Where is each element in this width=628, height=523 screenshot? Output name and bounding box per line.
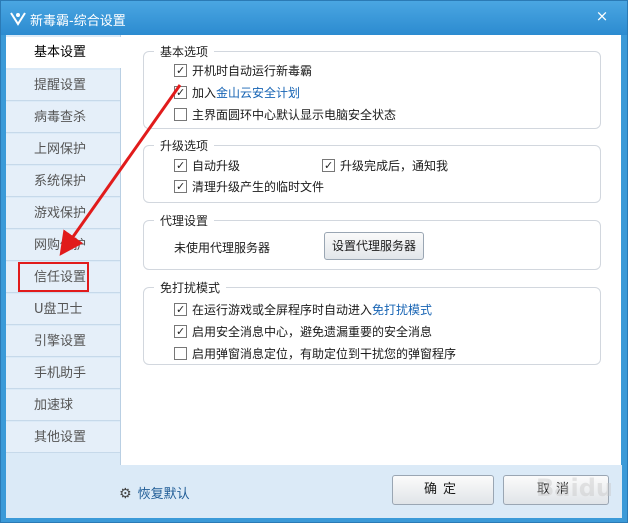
sidebar-item-speed-ball[interactable]: 加速球	[6, 390, 120, 421]
ok-button[interactable]: 确定	[392, 475, 494, 505]
settings-content: 基本选项 开机时自动运行新毒霸 加入金山云安全计划 主界面圆环中心默认显示电脑安…	[121, 35, 621, 465]
app-logo-icon	[10, 12, 26, 26]
sidebar-item-other[interactable]: 其他设置	[6, 422, 120, 453]
settings-window: 新毒霸-综合设置 × 基本设置 提醒设置 病毒查杀 上网保护 系统保护 游戏保护…	[0, 0, 628, 523]
option-clean-temp[interactable]: 清理升级产生的临时文件	[174, 178, 324, 196]
sidebar-item-system-protect[interactable]: 系统保护	[6, 166, 120, 197]
sidebar-item-basic[interactable]: 基本设置	[6, 37, 122, 68]
sidebar-item-virus-scan[interactable]: 病毒查杀	[6, 102, 120, 133]
checkbox-unchecked[interactable]	[174, 108, 187, 121]
group-title-no-disturb: 免打扰模式	[154, 279, 227, 296]
option-message-center[interactable]: 启用安全消息中心，避免遗漏重要的安全消息	[174, 323, 432, 341]
sidebar-item-web-protect[interactable]: 上网保护	[6, 134, 120, 165]
cloud-security-link[interactable]: 金山云安全计划	[216, 86, 300, 100]
option-popup-locate[interactable]: 启用弹窗消息定位，有助定位到干扰您的弹窗程序	[174, 345, 456, 363]
sidebar-item-engine[interactable]: 引擎设置	[6, 326, 120, 357]
proxy-settings-group: 代理设置 未使用代理服务器 设置代理服务器	[143, 212, 601, 270]
checkbox-checked[interactable]	[174, 178, 187, 196]
checkbox-checked[interactable]	[174, 301, 187, 319]
trust-highlight-box	[18, 262, 89, 292]
checkbox-checked[interactable]	[174, 157, 187, 175]
option-cloud-security[interactable]: 加入金山云安全计划	[174, 84, 300, 102]
checkbox-checked[interactable]	[174, 84, 187, 102]
checkbox-checked[interactable]	[322, 157, 335, 175]
upgrade-options-group: 升级选项 自动升级 升级完成后，通知我 清理升级产生的临时文件	[143, 137, 601, 203]
title-bar: 新毒霸-综合设置 ×	[1, 1, 627, 35]
option-autostart[interactable]: 开机时自动运行新毒霸	[174, 62, 312, 80]
option-ring-status[interactable]: 主界面圆环中心默认显示电脑安全状态	[174, 106, 396, 124]
window-title: 新毒霸-综合设置	[30, 14, 126, 29]
sidebar-item-game-protect[interactable]: 游戏保护	[6, 198, 120, 229]
checkbox-checked[interactable]	[174, 323, 187, 341]
sidebar: 基本设置 提醒设置 病毒查杀 上网保护 系统保护 游戏保护 网购保护 信任设置 …	[6, 35, 122, 465]
option-auto-upgrade[interactable]: 自动升级	[174, 157, 240, 175]
group-title-upgrade: 升级选项	[154, 137, 215, 154]
restore-defaults-link[interactable]: ⚙ 恢复默认	[119, 483, 190, 502]
option-notify-upgrade[interactable]: 升级完成后，通知我	[322, 157, 448, 175]
watermark: Baidu	[536, 474, 613, 502]
sidebar-item-shopping-protect[interactable]: 网购保护	[6, 230, 120, 261]
basic-options-group: 基本选项 开机时自动运行新毒霸 加入金山云安全计划 主界面圆环中心默认显示电脑安…	[143, 43, 601, 129]
checkbox-checked[interactable]	[174, 62, 187, 80]
sidebar-item-phone-assistant[interactable]: 手机助手	[6, 358, 120, 389]
no-disturb-group: 免打扰模式 在运行游戏或全屏程序时自动进入免打扰模式 启用安全消息中心，避免遗漏…	[143, 279, 601, 365]
set-proxy-button[interactable]: 设置代理服务器	[324, 232, 424, 260]
no-disturb-link[interactable]: 免打扰模式	[372, 303, 432, 317]
sidebar-item-reminder[interactable]: 提醒设置	[6, 70, 120, 101]
option-auto-no-disturb[interactable]: 在运行游戏或全屏程序时自动进入免打扰模式	[174, 301, 432, 319]
proxy-status: 未使用代理服务器	[174, 241, 271, 255]
group-title-basic: 基本选项	[154, 43, 215, 60]
sidebar-item-usb-guard[interactable]: U盘卫士	[6, 294, 120, 325]
close-button[interactable]: ×	[591, 7, 613, 25]
checkbox-unchecked[interactable]	[174, 347, 187, 360]
footer-bar: ⚙ 恢复默认 确定 取消	[6, 465, 622, 518]
gear-icon: ⚙	[119, 486, 132, 502]
group-title-proxy: 代理设置	[154, 212, 215, 229]
